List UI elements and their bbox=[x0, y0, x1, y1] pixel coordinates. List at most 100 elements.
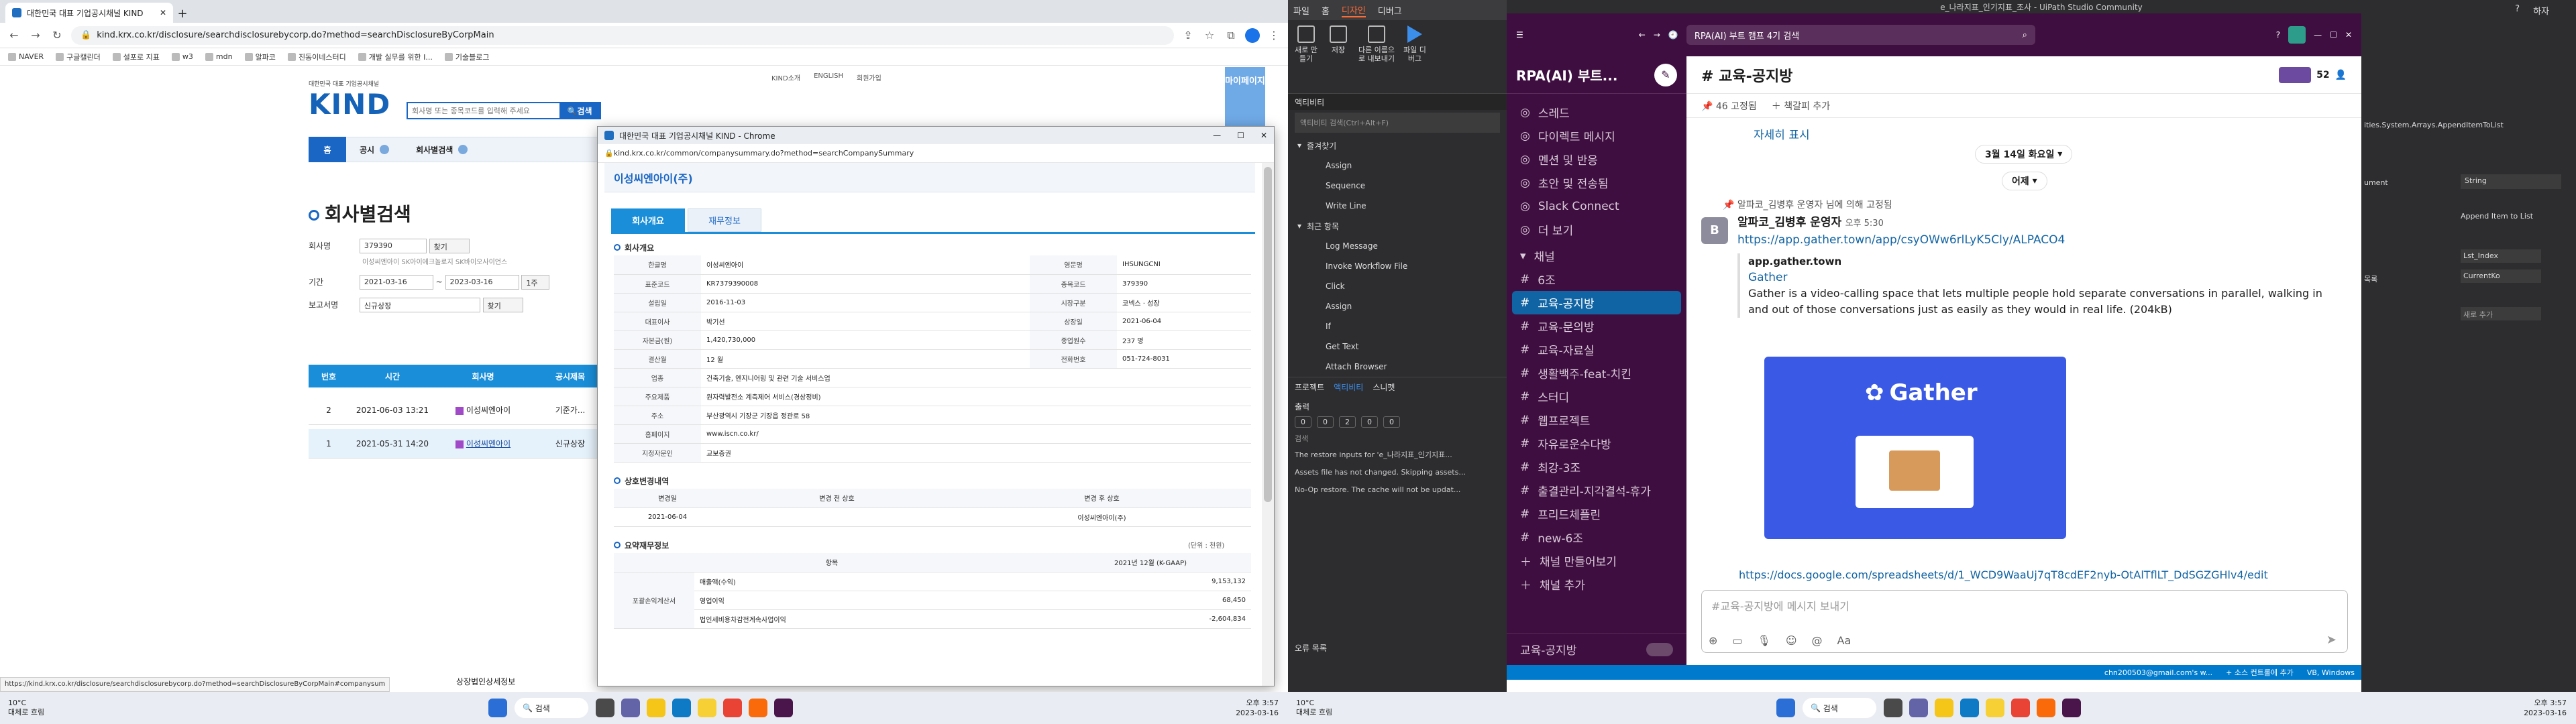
channels-section[interactable]: ▾ 채널 bbox=[1507, 244, 1686, 267]
activity-item[interactable]: Write Line bbox=[1297, 196, 1507, 216]
composer-input[interactable]: #교육-공지방에 메시지 보내기 bbox=[1702, 591, 2347, 620]
bookmark-item[interactable]: 기술블로그 bbox=[444, 52, 489, 62]
reload-icon[interactable]: ↻ bbox=[50, 28, 64, 43]
row-company[interactable]: 이성씨엔아이 bbox=[436, 438, 530, 449]
row-company[interactable]: 이성씨엔아이 bbox=[436, 404, 530, 416]
share-icon[interactable]: ⇪ bbox=[1181, 28, 1195, 43]
channel-item[interactable]: # new-6조 bbox=[1507, 526, 1686, 549]
sidebar-nav-item[interactable]: ◎ 초안 및 전송됨 bbox=[1507, 171, 1686, 194]
channel-item[interactable]: # 웹프로젝트 bbox=[1507, 408, 1686, 432]
weather-widget[interactable]: 10°C 대체로 흐림 bbox=[0, 699, 74, 717]
save-button[interactable]: 저장 bbox=[1326, 25, 1351, 88]
channel-title[interactable]: # 교육-공지방 bbox=[1701, 64, 1792, 86]
channel-item[interactable]: # 출결관리-지각결석-휴가 bbox=[1507, 479, 1686, 502]
activity-item[interactable]: Assign bbox=[1297, 296, 1507, 316]
start-icon[interactable] bbox=[1776, 699, 1795, 717]
account-menu[interactable]: 하자 bbox=[2533, 4, 2549, 17]
clock[interactable]: 오후 3:57 2023-03-16 bbox=[2496, 698, 2576, 718]
message-author[interactable]: 알파코_김병후 운영자 bbox=[1737, 216, 1841, 229]
sidebar-nav-item[interactable]: ◎ 더 보기 bbox=[1507, 218, 1686, 241]
minimize-icon[interactable]: — bbox=[1213, 131, 1221, 140]
my-page-button[interactable]: 마이페이지 bbox=[1225, 67, 1265, 134]
edge-icon[interactable] bbox=[672, 699, 691, 717]
status-language[interactable]: VB, Windows bbox=[2307, 668, 2355, 677]
slack-icon[interactable] bbox=[2062, 699, 2081, 717]
forward-icon[interactable]: → bbox=[1654, 30, 1660, 40]
extensions-icon[interactable]: ⧉ bbox=[1224, 28, 1238, 43]
sidebar-footer[interactable]: 교육-공지방 bbox=[1507, 633, 1686, 665]
popup-scrollbar[interactable] bbox=[1262, 163, 1274, 686]
kakao-icon[interactable] bbox=[698, 699, 716, 717]
menu-icon[interactable]: ☰ bbox=[1516, 30, 1523, 40]
member-count[interactable]: 52 👤 bbox=[2279, 66, 2347, 83]
video-icon[interactable]: ▭ bbox=[1732, 634, 1742, 647]
help-icon[interactable]: ? bbox=[2276, 30, 2280, 40]
date-to-input[interactable]: 2023-03-16 bbox=[445, 275, 519, 290]
emoji-icon[interactable]: ☺ bbox=[1786, 634, 1797, 647]
date-divider[interactable]: 3월 14일 화요일 ▾ bbox=[1975, 145, 2073, 164]
back-icon[interactable]: ← bbox=[1639, 30, 1646, 40]
channel-item[interactable]: # 프리드체플린 bbox=[1507, 502, 1686, 526]
company-input[interactable]: 379390 bbox=[359, 239, 427, 253]
tab-snippets[interactable]: 스니펫 bbox=[1373, 381, 1395, 393]
popup-url[interactable]: 🔒 kind.krx.co.kr/common/companysummary.d… bbox=[598, 144, 1274, 163]
breadcrumb-disclosure[interactable]: 공시 bbox=[346, 144, 402, 156]
add-member-icon[interactable]: 👤 bbox=[2335, 70, 2347, 80]
output-filter-badge[interactable]: 2 bbox=[1339, 416, 1356, 428]
maximize-icon[interactable]: ☐ bbox=[2330, 30, 2337, 40]
history-icon[interactable]: 🕘 bbox=[1668, 30, 1678, 40]
uipath-icon[interactable] bbox=[2037, 699, 2055, 717]
debug-button[interactable]: 파일 디버그 bbox=[1402, 25, 1428, 88]
tab-design[interactable]: 디자인 bbox=[1341, 3, 1366, 17]
tab-overview[interactable]: 회사개요 bbox=[611, 208, 685, 232]
channel-item[interactable]: # 교육-공지방 bbox=[1512, 291, 1681, 314]
add-channel-link[interactable]: ＋ 채널 만들어보기 bbox=[1507, 549, 1686, 572]
output-filter-badge[interactable]: 0 bbox=[1317, 416, 1334, 428]
start-icon[interactable] bbox=[488, 699, 507, 717]
gather-preview-image[interactable]: ✿ Gather bbox=[1764, 357, 2066, 539]
maximize-icon[interactable]: ☐ bbox=[1237, 131, 1244, 140]
favorites-group[interactable]: ▾ 즐겨찾기 bbox=[1297, 135, 1507, 156]
one-week-button[interactable]: 1주 bbox=[521, 275, 550, 290]
bottom-link[interactable]: 상장법인상세정보 bbox=[456, 676, 515, 687]
close-icon[interactable]: ✕ bbox=[2345, 30, 2352, 40]
new-tab-icon[interactable]: + bbox=[173, 4, 192, 23]
sidebar-nav-item[interactable]: ◎ 멘션 및 반응 bbox=[1507, 147, 1686, 171]
weather-widget[interactable]: 10°C 대체로 흐림 bbox=[1288, 699, 1362, 717]
channel-item[interactable]: # 교육-자료실 bbox=[1507, 338, 1686, 361]
slack-icon[interactable] bbox=[774, 699, 793, 717]
slack-search[interactable]: RPA(AI) 부트 캠프 4기 검색 ⌕ bbox=[1686, 25, 2035, 45]
profile-avatar[interactable] bbox=[1245, 27, 1260, 43]
send-icon[interactable]: ➤ bbox=[2326, 633, 2337, 647]
channel-item[interactable]: # 최강-3조 bbox=[1507, 455, 1686, 479]
scroll-thumb[interactable] bbox=[1264, 167, 1272, 502]
tab-debug[interactable]: 디버그 bbox=[1378, 4, 1402, 17]
table-row[interactable]: 2 2021-06-03 13:21 이성씨엔아이 기준가... bbox=[309, 396, 610, 425]
company-find-button[interactable]: 찾기 bbox=[429, 239, 470, 253]
chrome-icon[interactable] bbox=[2011, 699, 2030, 717]
export-button[interactable]: 다른 이름으로 내보내기 bbox=[1358, 25, 1395, 88]
back-icon[interactable]: ← bbox=[7, 28, 21, 43]
taskbar-search[interactable]: 🔍 검색 bbox=[515, 698, 588, 718]
add-channel2[interactable]: ＋ 채널 추가 bbox=[1507, 572, 1686, 596]
bookmark-item[interactable]: NAVER bbox=[8, 52, 44, 61]
errors-tab[interactable]: 오류 목록 bbox=[1288, 642, 1334, 654]
output-search[interactable]: 검색 bbox=[1288, 428, 1507, 446]
recent-group[interactable]: ▾ 최근 항목 bbox=[1297, 216, 1507, 236]
channel-item[interactable]: # 생활백주-feat-치킨 bbox=[1507, 361, 1686, 385]
minimize-icon[interactable]: — bbox=[2314, 30, 2322, 40]
output-filter-badge[interactable]: 0 bbox=[1383, 416, 1400, 428]
activity-item[interactable]: Click bbox=[1297, 276, 1507, 296]
sidebar-nav-item[interactable]: ◎ 스레드 bbox=[1507, 101, 1686, 124]
mic-icon[interactable]: 🎙 bbox=[1758, 634, 1771, 647]
avatar[interactable] bbox=[2288, 26, 2306, 44]
close-icon[interactable]: ✕ bbox=[160, 8, 166, 17]
activity-item[interactable]: Sequence bbox=[1297, 176, 1507, 196]
kind-search-button[interactable]: 🔍검색 bbox=[559, 103, 600, 118]
doc-link[interactable]: https://docs.google.com/spreadsheets/d/1… bbox=[1739, 567, 2268, 583]
activity-item[interactable]: If bbox=[1297, 316, 1507, 337]
huddle-toggle[interactable] bbox=[1646, 642, 1673, 656]
workspace-header[interactable]: RPA(AI) 부트... ✎ bbox=[1507, 56, 1686, 94]
bookmark-item[interactable]: 진동이네스터디 bbox=[287, 52, 346, 62]
activity-item[interactable]: Assign bbox=[1297, 156, 1507, 176]
